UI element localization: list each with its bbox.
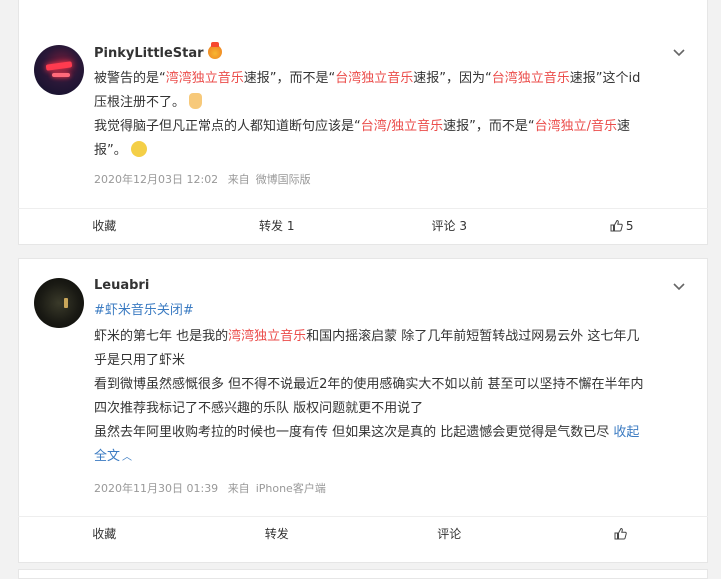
sweat-emoji-icon <box>130 141 147 157</box>
username-text[interactable]: PinkyLittleStar <box>94 46 204 61</box>
keyword-link[interactable]: 台湾独立音乐 <box>492 71 570 86</box>
chevron-down-icon[interactable] <box>672 46 686 60</box>
timestamp[interactable]: 2020年11月30日 01:39 <box>94 482 218 495</box>
keyword-link[interactable]: 湾湾独立音乐 <box>166 71 244 86</box>
comment-meta: 2020年12月03日 12:02 来自 微博国际版 <box>94 171 317 187</box>
thumbs-up-icon <box>614 518 627 554</box>
keyword-link[interactable]: 湾湾独立音乐 <box>228 329 306 344</box>
like-button[interactable]: 5 <box>536 208 709 244</box>
keyword-link[interactable]: 台湾独立音乐 <box>335 71 413 86</box>
chevron-down-icon[interactable] <box>672 280 686 294</box>
text-line: 四次推荐我标记了不感兴趣的乐队 版权问题就更不用说了 <box>94 401 424 416</box>
keyword-link[interactable]: 台湾/独立音乐 <box>361 119 443 134</box>
comment-button[interactable]: 评论 3 <box>363 208 536 244</box>
text-line: 乎是只用了虾米 <box>94 353 186 368</box>
thumbs-up-emoji-icon <box>189 93 203 109</box>
text-line: 被警告的是“湾湾独立音乐速报”，而不是“台湾独立音乐速报”，因为“台湾独立音乐速… <box>94 71 641 86</box>
comment-text: #虾米音乐关闭# 虾米的第七年 也是我的湾湾独立音乐和国内摇滚启蒙 除了几年前短… <box>94 299 694 470</box>
text-line: 全文 ︿ <box>94 445 694 470</box>
chevron-up-icon: ︿ <box>122 452 133 463</box>
avatar[interactable] <box>34 278 84 328</box>
comment-button[interactable]: 评论 <box>363 516 536 552</box>
crown-badge-icon <box>207 42 222 59</box>
text-line: 报”。 <box>94 139 694 163</box>
avatar[interactable] <box>34 45 84 95</box>
comment-text: 被警告的是“湾湾独立音乐速报”，而不是“台湾独立音乐速报”，因为“台湾独立音乐速… <box>94 67 694 163</box>
username[interactable]: PinkyLittleStar <box>94 42 222 61</box>
text-line: 我觉得脑子但凡正常点的人都知道断句应该是“台湾/独立音乐速报”，而不是“台湾独立… <box>94 119 631 134</box>
neon-sign-image <box>45 61 73 71</box>
username[interactable]: Leuabri <box>94 278 149 293</box>
text-line: 看到微博虽然感慨很多 但不得不说最近2年的使用感确实大不如以前 甚至可以坚持不懈… <box>94 377 644 392</box>
favorite-button[interactable]: 收藏 <box>18 516 191 552</box>
source-prefix: 来自 <box>227 173 250 186</box>
favorite-button[interactable]: 收藏 <box>18 208 191 244</box>
repost-button[interactable]: 转发 1 <box>191 208 364 244</box>
comment-card <box>18 569 708 579</box>
source-client[interactable]: iPhone客户端 <box>256 482 326 495</box>
timestamp[interactable]: 2020年12月03日 12:02 <box>94 173 218 186</box>
text-line: #虾米音乐关闭# <box>94 299 694 323</box>
like-count: 5 <box>625 219 634 233</box>
comment-meta: 2020年11月30日 01:39 来自 iPhone客户端 <box>94 480 332 496</box>
source-prefix: 来自 <box>227 482 250 495</box>
action-bar: 收藏 转发 评论 <box>18 516 708 552</box>
neon-sign-image <box>52 73 70 77</box>
full-text-link[interactable]: 全文 ︿ <box>94 449 132 464</box>
like-button[interactable] <box>536 516 709 552</box>
hashtag-link[interactable]: #虾米音乐关闭# <box>94 303 194 318</box>
keyword-link[interactable]: 台湾独立/音乐 <box>535 119 617 134</box>
text-line: 虾米的第七年 也是我的湾湾独立音乐和国内摇滚启蒙 除了几年前短暂转战过网易云外 … <box>94 329 640 344</box>
text-line: 虽然去年阿里收购考拉的时候也一度有传 但如果这次是真的 比起遗憾会更觉得是气数已… <box>94 425 640 440</box>
avatar-image-detail <box>64 298 68 308</box>
username-text[interactable]: Leuabri <box>94 278 149 293</box>
source-client[interactable]: 微博国际版 <box>256 173 311 186</box>
action-bar: 收藏 转发 1 评论 3 5 <box>18 208 708 244</box>
thumbs-up-icon <box>610 210 623 246</box>
repost-button[interactable]: 转发 <box>191 516 364 552</box>
collapse-link[interactable]: 收起 <box>613 425 639 440</box>
text-line: 压根注册不了。 <box>94 91 694 115</box>
